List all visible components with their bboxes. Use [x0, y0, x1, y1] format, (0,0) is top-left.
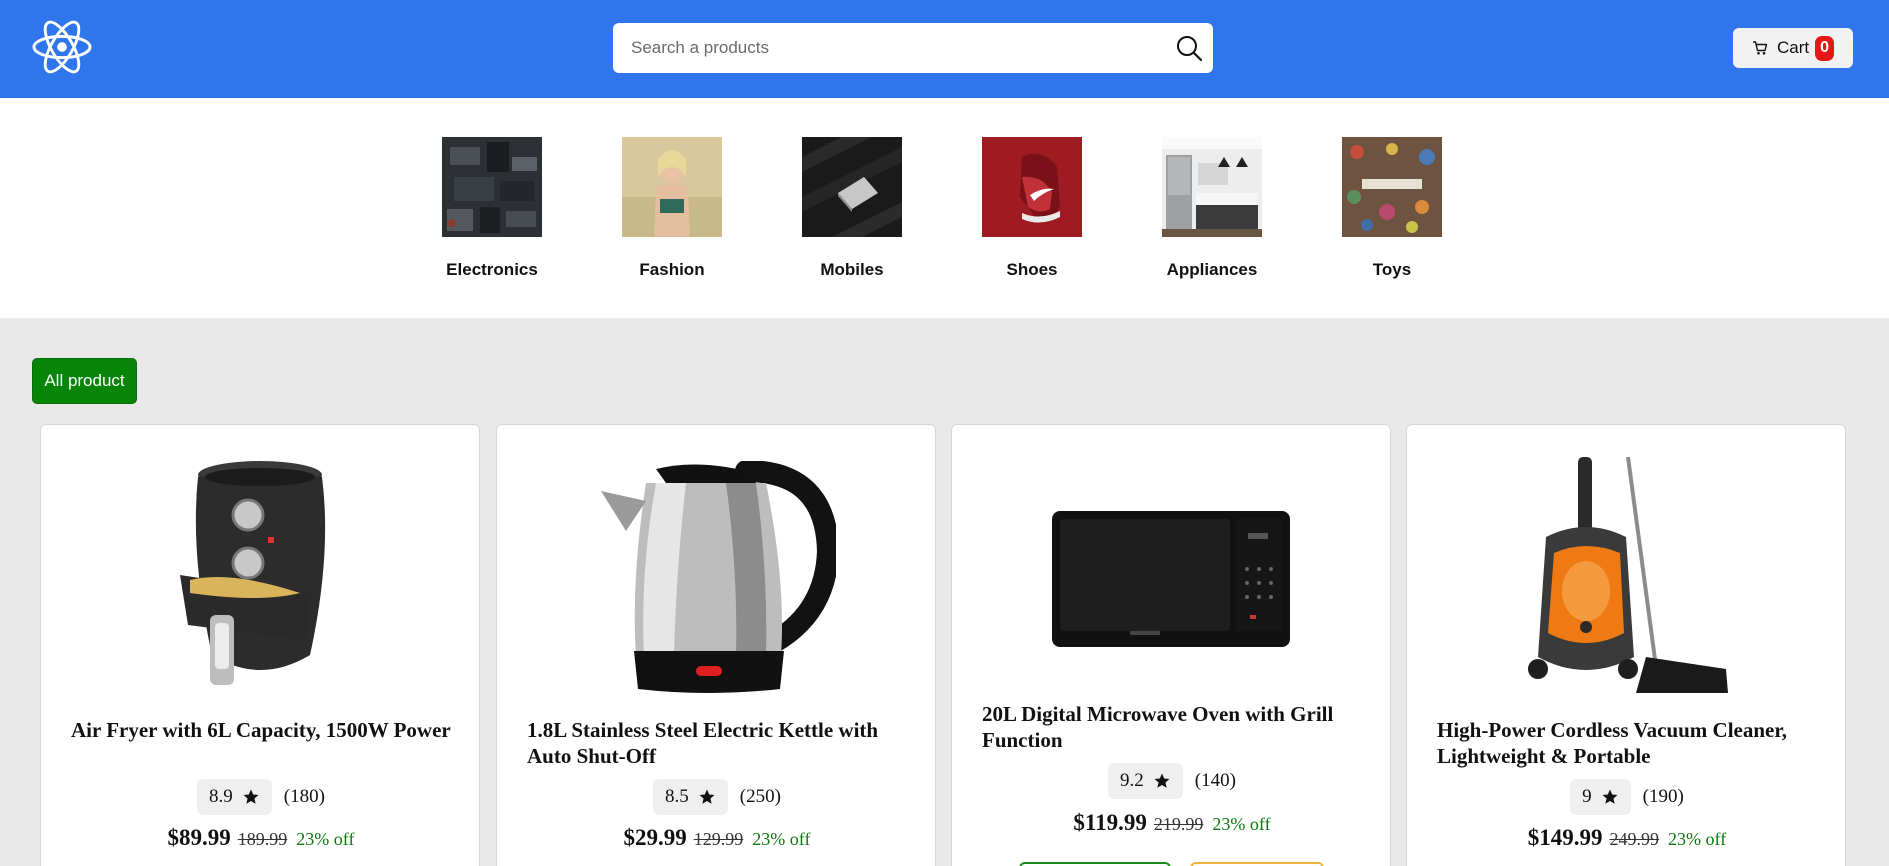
price: $149.99 — [1527, 825, 1603, 850]
product-card[interactable]: High-Power Cordless Vacuum Cleaner, Ligh… — [1406, 424, 1846, 866]
rating-badge: 9 — [1570, 779, 1631, 815]
price-row: $149.99 249.99 23% off — [1407, 825, 1847, 851]
category-toys[interactable]: Toys — [1322, 137, 1462, 280]
category-bar: Electronics Fashion Mobiles Shoes Applia… — [0, 98, 1889, 318]
fashion-image — [622, 137, 722, 237]
rating-value: 8.9 — [209, 786, 233, 807]
category-label: Toys — [1372, 260, 1412, 279]
product-action-button[interactable] — [1019, 862, 1171, 866]
rating-row: 8.9 (180) — [41, 779, 481, 815]
original-price: 219.99 — [1153, 814, 1204, 834]
price-row: $119.99 219.99 23% off — [952, 810, 1392, 836]
review-count: (140) — [1194, 770, 1236, 791]
rating-row: 9.2 (140) — [952, 763, 1392, 799]
microwave-image — [1052, 511, 1290, 647]
kettle-image — [601, 461, 836, 693]
all-product-button[interactable]: All product — [32, 358, 137, 404]
discount-label: 23% off — [752, 829, 811, 849]
appliances-image — [1162, 137, 1262, 237]
vacuum-cleaner-image — [1528, 457, 1728, 693]
product-card[interactable]: Air Fryer with 6L Capacity, 1500W Power … — [40, 424, 480, 866]
search-icon[interactable] — [1175, 34, 1203, 62]
category-shoes[interactable]: Shoes — [962, 137, 1102, 280]
review-count: (180) — [283, 786, 325, 807]
top-header: Cart 0 — [0, 0, 1889, 98]
mobiles-image — [802, 137, 902, 237]
discount-label: 23% off — [296, 829, 355, 849]
rating-badge: 8.9 — [197, 779, 272, 815]
category-electronics[interactable]: Electronics — [422, 137, 562, 280]
cart-icon — [1753, 41, 1768, 55]
rating-row: 9 (190) — [1407, 779, 1847, 815]
price: $29.99 — [623, 825, 687, 850]
rating-badge: 9.2 — [1108, 763, 1183, 799]
discount-label: 23% off — [1668, 829, 1727, 849]
star-icon — [699, 789, 715, 804]
category-label: Mobiles — [820, 260, 884, 279]
price-row: $29.99 129.99 23% off — [497, 825, 937, 851]
discount-label: 23% off — [1212, 814, 1271, 834]
category-label: Shoes — [1006, 260, 1058, 279]
category-appliances[interactable]: Appliances — [1142, 137, 1282, 280]
product-title: High-Power Cordless Vacuum Cleaner, Ligh… — [1437, 718, 1788, 768]
category-mobiles[interactable]: Mobiles — [782, 137, 922, 280]
star-icon — [1602, 789, 1618, 804]
react-logo-icon[interactable] — [31, 18, 93, 76]
air-fryer-image — [180, 461, 326, 685]
product-title: 1.8L Stainless Steel Electric Kettle wit… — [527, 718, 879, 768]
star-icon — [1154, 773, 1170, 788]
rating-row: 8.5 (250) — [497, 779, 937, 815]
toys-image — [1342, 137, 1442, 237]
category-fashion[interactable]: Fashion — [602, 137, 742, 280]
cart-button[interactable]: Cart 0 — [1733, 28, 1853, 68]
product-action-button[interactable] — [1190, 862, 1324, 866]
review-count: (190) — [1642, 786, 1684, 807]
price-row: $89.99 189.99 23% off — [41, 825, 481, 851]
price: $119.99 — [1073, 810, 1147, 835]
electronics-image — [442, 137, 542, 237]
original-price: 249.99 — [1609, 829, 1660, 849]
original-price: 129.99 — [693, 829, 744, 849]
search-input[interactable] — [631, 23, 1151, 73]
product-card[interactable]: 20L Digital Microwave Oven with Grill Fu… — [951, 424, 1391, 866]
cart-count-badge: 0 — [1815, 35, 1835, 61]
rating-value: 9 — [1582, 786, 1592, 807]
category-label: Electronics — [446, 260, 538, 279]
search-bar — [613, 23, 1213, 73]
shoes-image — [982, 137, 1082, 237]
product-title: Air Fryer with 6L Capacity, 1500W Power — [71, 718, 451, 742]
rating-badge: 8.5 — [653, 779, 728, 815]
rating-value: 9.2 — [1120, 770, 1144, 791]
category-label: Appliances — [1166, 260, 1258, 279]
cart-label: Cart — [1777, 38, 1810, 57]
original-price: 189.99 — [237, 829, 288, 849]
rating-value: 8.5 — [665, 786, 689, 807]
category-label: Fashion — [639, 260, 705, 279]
star-icon — [243, 789, 259, 804]
review-count: (250) — [739, 786, 781, 807]
price: $89.99 — [167, 825, 231, 850]
product-card[interactable]: 1.8L Stainless Steel Electric Kettle wit… — [496, 424, 936, 866]
product-title: 20L Digital Microwave Oven with Grill Fu… — [982, 702, 1334, 752]
